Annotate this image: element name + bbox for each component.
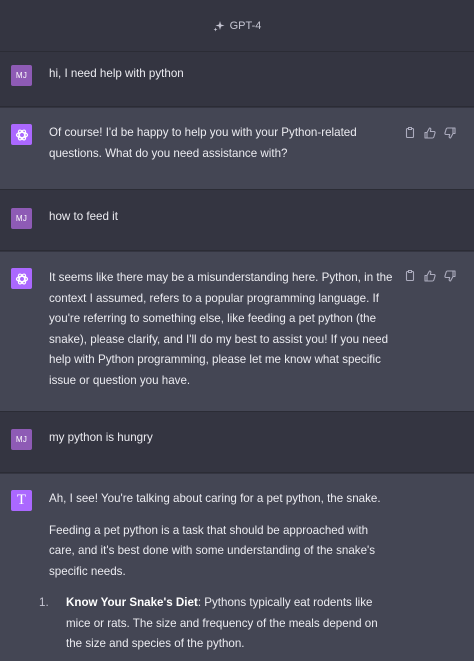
assistant-avatar (11, 268, 32, 289)
sparkle-icon (213, 20, 225, 31)
thumbs-up-icon[interactable] (423, 126, 437, 140)
assistant-avatar (11, 124, 32, 145)
openai-logo-icon (15, 128, 28, 141)
thumbs-up-icon[interactable] (423, 269, 437, 283)
user-avatar: MJ (11, 208, 32, 229)
message-paragraph: Ah, I see! You're talking about caring f… (49, 492, 381, 505)
thumbs-down-icon[interactable] (443, 269, 457, 283)
user-message: MJ my python is hungry (0, 413, 474, 473)
message-paragraph: Feeding a pet python is a task that shou… (49, 523, 376, 578)
model-header[interactable]: GPT-4 (0, 0, 474, 52)
model-label: GPT-4 (229, 19, 262, 32)
list-number: 1. (39, 596, 49, 609)
message-actions (403, 125, 463, 141)
message-text: Ah, I see! You're talking about caring f… (39, 489, 397, 655)
user-message: MJ hi, I need help with python (0, 53, 474, 107)
assistant-avatar: T (11, 490, 32, 511)
assistant-message: T Ah, I see! You're talking about caring… (0, 474, 474, 661)
list-item: 1. Know Your Snake's Diet: Pythons typica… (39, 593, 397, 655)
assistant-message: Of course! I'd be happy to help you with… (0, 108, 474, 190)
message-text: my python is hungry (49, 431, 153, 444)
message-text: It seems like there may be a misundersta… (49, 271, 393, 387)
user-message: MJ how to feed it (0, 191, 474, 251)
numbered-list: 1. Know Your Snake's Diet: Pythons typica… (39, 593, 397, 655)
list-item-title: Know Your Snake's Diet (66, 596, 198, 609)
copy-icon[interactable] (403, 269, 417, 283)
message-text: how to feed it (49, 210, 118, 223)
copy-icon[interactable] (403, 126, 417, 140)
user-avatar: MJ (11, 429, 32, 450)
message-text: Of course! I'd be happy to help you with… (49, 126, 357, 160)
thumbs-down-icon[interactable] (443, 126, 457, 140)
message-actions (403, 268, 463, 284)
assistant-message: It seems like there may be a misundersta… (0, 252, 474, 412)
openai-logo-icon (15, 272, 28, 285)
message-text: hi, I need help with python (49, 67, 184, 80)
user-avatar: MJ (11, 65, 32, 86)
